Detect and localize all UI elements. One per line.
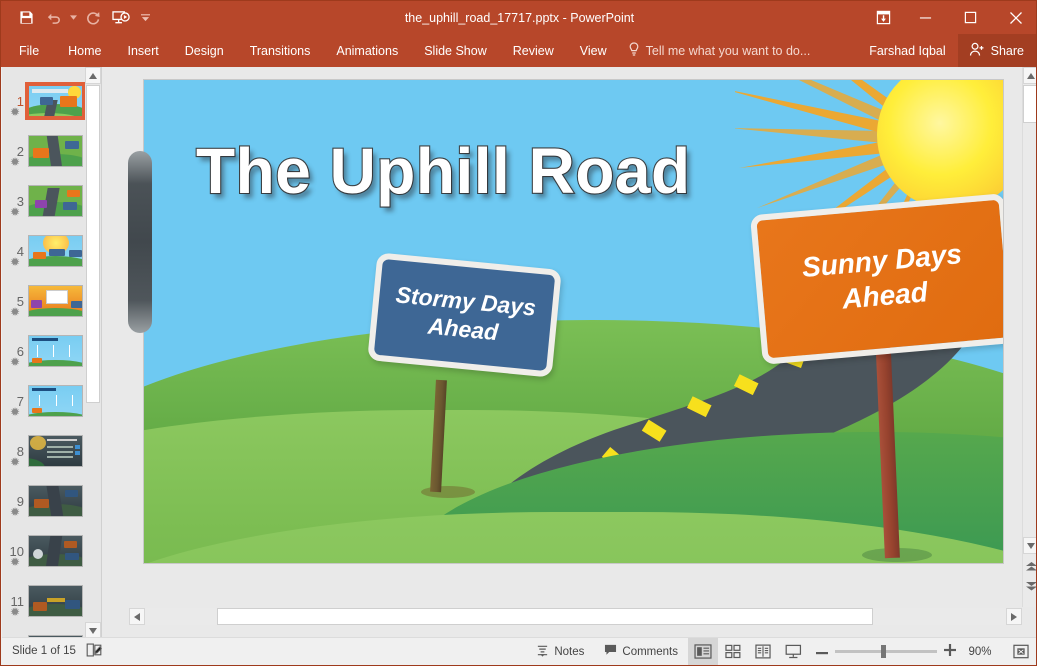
- animation-star-icon: ✹: [10, 555, 21, 569]
- slide-thumbnail-panel[interactable]: 1 ✹ 2 ✹ 3 ✹ 4 ✹ 5 ✹ 6 ✹ 7 ✹ 8 ✹ 9 ✹ 10 ✹…: [2, 67, 102, 639]
- zoom-control[interactable]: 90%: [808, 644, 1005, 659]
- lightbulb-icon: [628, 42, 640, 59]
- sunny-days-sign[interactable]: Sunny Days Ahead: [749, 193, 1003, 365]
- ribbon-display-options-icon[interactable]: [863, 1, 903, 34]
- thumbnail-image: [25, 82, 86, 120]
- slide-scroll-up-button[interactable]: [1023, 67, 1036, 84]
- tab-slide-show[interactable]: Slide Show: [411, 34, 500, 67]
- close-icon[interactable]: [993, 1, 1036, 34]
- undo-dropdown-icon[interactable]: [69, 6, 78, 30]
- comments-label: Comments: [622, 645, 678, 658]
- slide-scroll-right-button[interactable]: [1006, 608, 1022, 625]
- status-bar: Slide 1 of 15 Notes Comments 90%: [2, 637, 1036, 665]
- thumbnail-image: [28, 485, 83, 517]
- thumbnail-image: [28, 285, 83, 317]
- slide-hscroll-thumb[interactable]: [217, 608, 873, 625]
- redo-icon[interactable]: [80, 6, 106, 30]
- thumbnail-image: [28, 385, 83, 417]
- animation-star-icon: ✹: [10, 405, 21, 419]
- notes-icon: [536, 644, 549, 660]
- thumbnail-panel-scrollbar[interactable]: [85, 67, 101, 639]
- zoom-percent-label[interactable]: 90%: [963, 646, 997, 658]
- tab-view[interactable]: View: [567, 34, 620, 67]
- tab-home[interactable]: Home: [55, 34, 114, 67]
- animation-star-icon: ✹: [10, 455, 21, 469]
- next-slide-button[interactable]: [1023, 577, 1036, 595]
- animation-star-icon: ✹: [10, 255, 21, 269]
- thumbnail-image: [28, 585, 83, 617]
- slide-scroll-thumb[interactable]: [1023, 85, 1036, 123]
- zoom-out-button[interactable]: [816, 646, 828, 658]
- animation-star-icon: ✹: [10, 605, 21, 619]
- tab-review[interactable]: Review: [500, 34, 567, 67]
- zoom-slider-track[interactable]: [835, 645, 937, 658]
- thumbnail-image: [28, 435, 83, 467]
- slide-scroll-left-button[interactable]: [129, 608, 145, 625]
- tab-animations[interactable]: Animations: [323, 34, 411, 67]
- share-button[interactable]: Share: [957, 34, 1036, 67]
- minimize-icon[interactable]: [903, 1, 948, 34]
- tab-file[interactable]: File: [1, 34, 55, 67]
- share-person-icon: [969, 42, 985, 60]
- thumbnail-image: [28, 335, 83, 367]
- tab-insert[interactable]: Insert: [115, 34, 172, 67]
- animation-star-icon: ✹: [10, 355, 21, 369]
- tell-me-text: Tell me what you want to do...: [645, 43, 811, 58]
- tab-transitions[interactable]: Transitions: [237, 34, 324, 67]
- window-controls: [863, 1, 1036, 34]
- share-label: Share: [990, 43, 1024, 58]
- thumbnail-image: [28, 235, 83, 267]
- ribbon-right-group: Farshad Iqbal Share: [857, 34, 1036, 67]
- stormy-days-sign[interactable]: Stormy Days Ahead: [367, 252, 562, 378]
- tab-design[interactable]: Design: [172, 34, 237, 67]
- ribbon-tab-bar: File Home Insert Design Transitions Anim…: [1, 34, 1036, 67]
- notes-page-icon[interactable]: [86, 643, 102, 660]
- undo-icon[interactable]: [41, 6, 67, 30]
- animation-star-icon: ✹: [10, 305, 21, 319]
- customize-qat-icon[interactable]: [136, 6, 154, 30]
- zoom-in-button[interactable]: [944, 644, 956, 659]
- comment-icon: [604, 644, 617, 659]
- thumbnail-scroll-thumb[interactable]: [86, 85, 100, 403]
- slide-scroll-down-button[interactable]: [1023, 537, 1036, 554]
- animation-star-icon: ✹: [10, 205, 21, 219]
- comments-button[interactable]: Comments: [594, 638, 688, 665]
- animation-star-icon: ✹: [10, 155, 21, 169]
- slide-canvas[interactable]: Stormy Days Ahead Sunny Days Ahead The U…: [144, 80, 1003, 563]
- zoom-slider-knob[interactable]: [881, 645, 886, 658]
- animation-star-icon: ✹: [10, 505, 21, 519]
- view-reading-button[interactable]: [748, 638, 778, 665]
- view-slide-show-button[interactable]: [778, 638, 808, 665]
- powerpoint-window: the_uphill_road_17717.pptx - PowerPoint …: [0, 0, 1037, 666]
- slide-counter: Slide 1 of 15: [12, 645, 76, 657]
- status-left-group: Slide 1 of 15: [2, 643, 102, 660]
- start-from-beginning-icon[interactable]: [108, 6, 134, 30]
- title-bar: the_uphill_road_17717.pptx - PowerPoint: [1, 1, 1036, 34]
- fit-slide-to-window-button[interactable]: [1005, 638, 1036, 665]
- previous-slide-button[interactable]: [1023, 557, 1036, 575]
- thumbnail-image: [28, 185, 83, 217]
- slide-vertical-scrollbar[interactable]: [1022, 67, 1036, 607]
- thumbnail-image: [28, 535, 83, 567]
- user-account-name[interactable]: Farshad Iqbal: [857, 44, 957, 58]
- thumbnail-image: [28, 135, 83, 167]
- slide-title[interactable]: The Uphill Road: [195, 136, 816, 206]
- slide-canvas-frame[interactable]: Stormy Days Ahead Sunny Days Ahead The U…: [143, 79, 1004, 564]
- thumbnail-scroll-up-button[interactable]: [85, 67, 101, 84]
- maximize-icon[interactable]: [948, 1, 993, 34]
- slide-horizontal-scrollbar[interactable]: [129, 608, 1022, 625]
- notes-button[interactable]: Notes: [526, 638, 594, 665]
- status-right-group: Notes Comments 90%: [526, 638, 1036, 665]
- slide-edit-area: Stormy Days Ahead Sunny Days Ahead The U…: [102, 67, 1036, 639]
- quick-access-toolbar: [1, 6, 154, 30]
- view-slide-sorter-button[interactable]: [718, 638, 748, 665]
- save-icon[interactable]: [13, 6, 39, 30]
- blue-sign-post-shadow: [421, 486, 475, 498]
- view-normal-button[interactable]: [688, 638, 718, 665]
- notes-label: Notes: [554, 645, 585, 658]
- animation-star-icon: ✹: [10, 105, 21, 119]
- tell-me-search[interactable]: Tell me what you want to do...: [628, 42, 811, 59]
